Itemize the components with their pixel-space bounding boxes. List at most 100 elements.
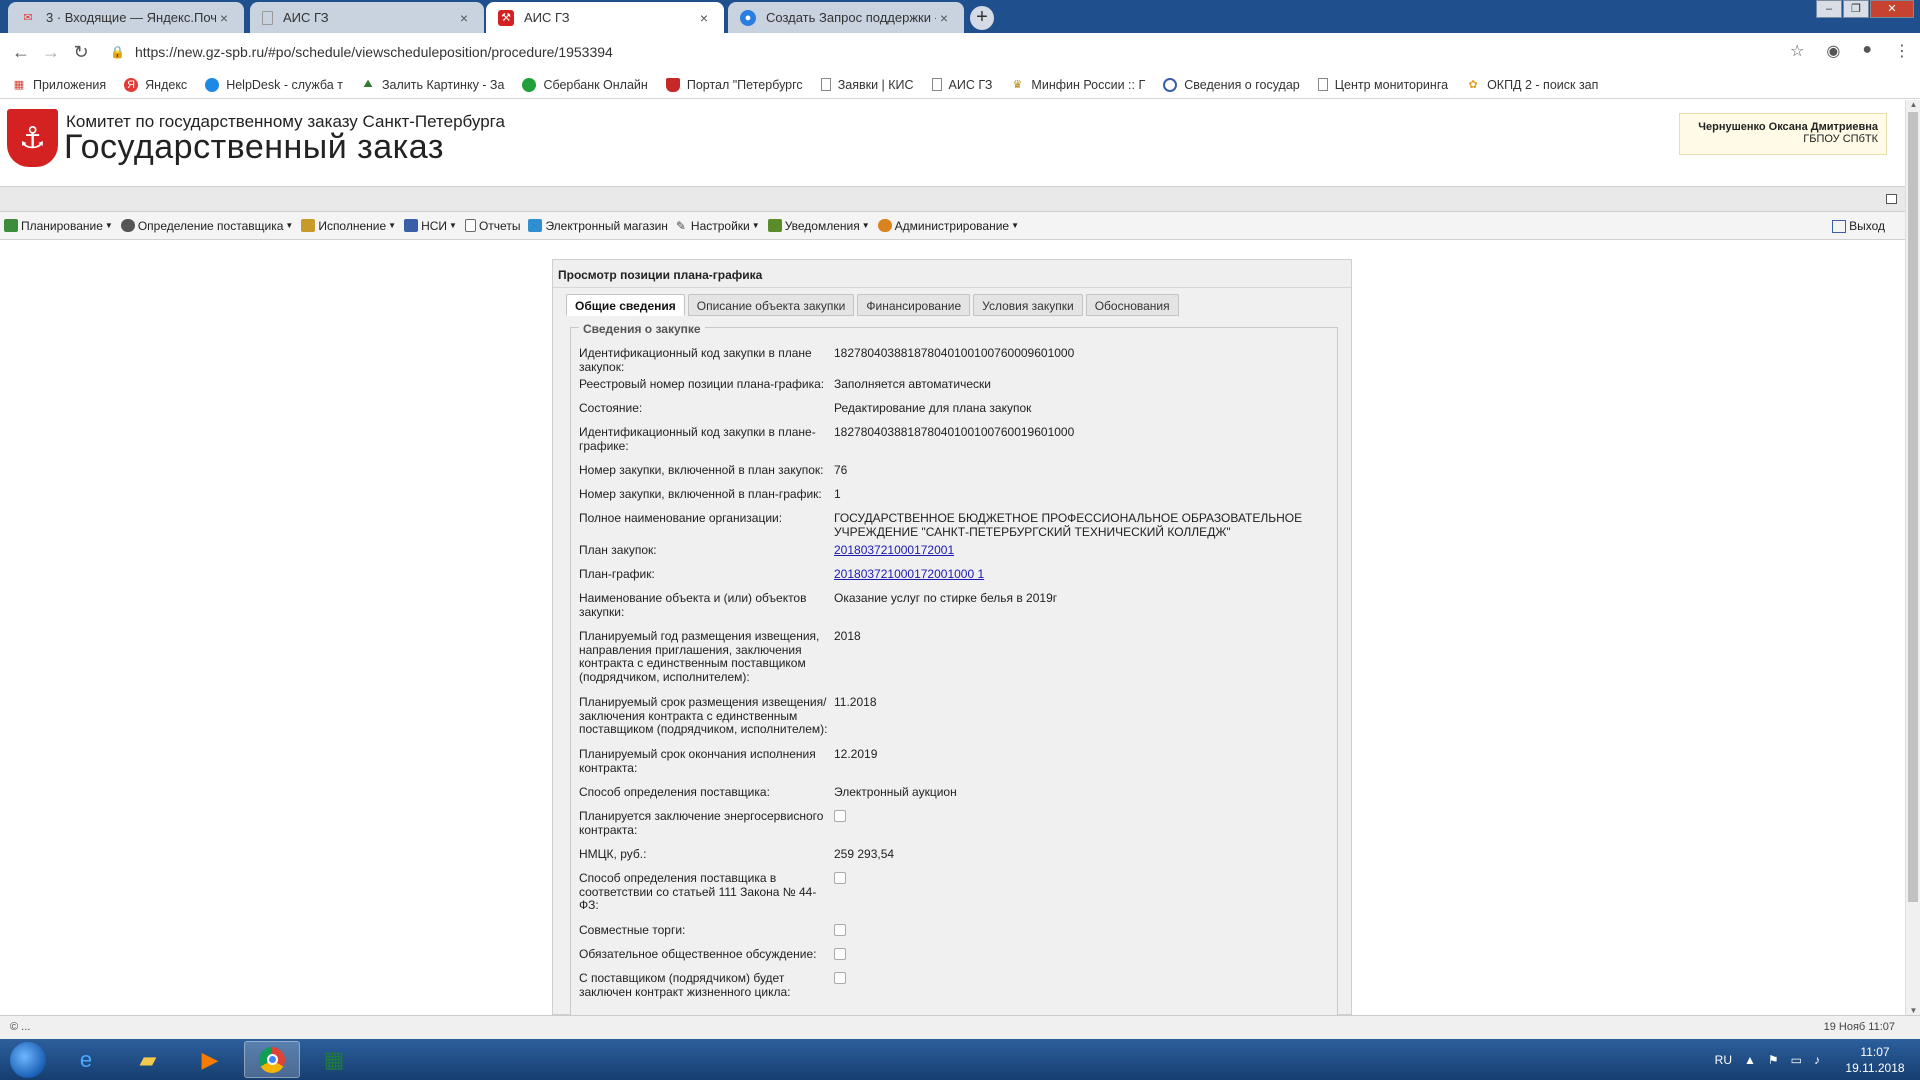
browser-tab-ais-2[interactable]: ⚒ АИС ГЗ × bbox=[486, 2, 724, 33]
field-label: Обязательное общественное обсуждение: bbox=[579, 947, 817, 961]
chevron-down-icon: ▼ bbox=[285, 221, 294, 230]
close-window-icon[interactable]: ✕ bbox=[1870, 0, 1914, 18]
bookmark-helpdesk[interactable]: HelpDesk - служба т bbox=[205, 77, 343, 92]
excel-icon[interactable]: ▦ bbox=[306, 1041, 362, 1078]
scroll-down-icon[interactable]: ▼ bbox=[1906, 1006, 1920, 1015]
menu-settings[interactable]: ✎ Настройки ▼ bbox=[676, 219, 760, 234]
bookmark-sberbank[interactable]: Сбербанк Онлайн bbox=[522, 77, 648, 92]
scrollbar-thumb[interactable] bbox=[1908, 112, 1918, 902]
menu-supplier[interactable]: Определение поставщика ▼ bbox=[120, 219, 294, 233]
field-value: 76 bbox=[834, 463, 848, 477]
panel-tabs: Общие сведения Описание объекта закупки … bbox=[566, 294, 1182, 316]
bookmark-apps[interactable]: ▦ Приложения bbox=[12, 78, 106, 92]
show-hidden-icons-icon[interactable]: ▲ bbox=[1744, 1053, 1756, 1067]
action-center-flag-icon[interactable]: ⚑ bbox=[1768, 1053, 1779, 1067]
reload-icon[interactable]: ↻ bbox=[66, 42, 96, 63]
menu-administration[interactable]: Администрирование ▼ bbox=[877, 219, 1019, 233]
article-111-checkbox[interactable] bbox=[834, 872, 846, 884]
crest-icon: ⚒ bbox=[498, 9, 514, 26]
back-icon[interactable]: ← bbox=[6, 42, 36, 63]
execution-icon bbox=[301, 219, 316, 232]
close-tab-icon[interactable]: × bbox=[696, 10, 712, 26]
field-row: План закупок: 201803721000172001 bbox=[579, 543, 1319, 560]
close-tab-icon[interactable]: × bbox=[216, 10, 232, 26]
joint-tender-checkbox[interactable] bbox=[834, 924, 846, 936]
tab-conditions[interactable]: Условия закупки bbox=[973, 294, 1083, 316]
extension-icon[interactable]: ◉ bbox=[1826, 41, 1840, 61]
nsi-icon bbox=[404, 219, 419, 232]
logout-button[interactable]: Выход bbox=[1832, 219, 1885, 233]
lock-icon[interactable]: 🔒 bbox=[110, 45, 125, 59]
bookmark-kis[interactable]: Заявки | КИС bbox=[820, 78, 914, 92]
energy-service-checkbox[interactable] bbox=[834, 810, 846, 822]
bookmark-label: Портал "Петербургс bbox=[686, 77, 803, 92]
bookmark-okpd[interactable]: ✿ ОКПД 2 - поиск зап bbox=[1466, 78, 1598, 92]
menu-nsi[interactable]: НСИ ▼ bbox=[404, 219, 457, 233]
bookmark-monitoring[interactable]: Центр мониторинга bbox=[1317, 78, 1448, 92]
minimize-icon[interactable]: – bbox=[1816, 0, 1842, 18]
menu-execution[interactable]: Исполнение ▼ bbox=[301, 219, 396, 233]
chrome-icon[interactable] bbox=[244, 1041, 300, 1078]
bookmark-image-upload[interactable]: ⛰ Залить Картинку - За bbox=[361, 78, 504, 92]
bookmark-ais-gz[interactable]: АИС ГЗ bbox=[931, 78, 992, 92]
volume-icon[interactable]: ♪ bbox=[1814, 1053, 1820, 1067]
menu-e-shop[interactable]: Электронный магазин bbox=[528, 219, 668, 233]
user-name: Чернушенко Оксана Дмитриевна bbox=[1698, 121, 1878, 133]
chevron-down-icon: ▼ bbox=[104, 221, 113, 230]
menu-planning[interactable]: Планирование ▼ bbox=[4, 219, 113, 233]
user-info-box[interactable]: Чернушенко Оксана Дмитриевна ГБПОУ СПбТК bbox=[1679, 113, 1887, 155]
tab-financing[interactable]: Финансирование bbox=[857, 294, 971, 316]
windows-logo-icon bbox=[10, 1041, 46, 1078]
start-button[interactable] bbox=[3, 1040, 53, 1079]
field-row: Обязательное общественное обсуждение: bbox=[579, 947, 1319, 964]
public-discussion-checkbox[interactable] bbox=[834, 948, 846, 960]
menu-dots-icon[interactable]: ⋮ bbox=[1894, 41, 1910, 61]
scroll-up-icon[interactable]: ▲ bbox=[1906, 100, 1920, 109]
address-bar-actions: ☆ ◉ ● ⋮ bbox=[1790, 41, 1910, 61]
clock[interactable]: 11:07 19.11.2018 bbox=[1840, 1044, 1910, 1076]
forward-icon[interactable]: → bbox=[36, 42, 66, 63]
page-scrollbar[interactable]: ▲ ▼ bbox=[1905, 100, 1920, 1015]
field-label: Способ определения поставщика в соответс… bbox=[579, 871, 817, 912]
bookmark-portal-spb[interactable]: Портал "Петербургс bbox=[665, 77, 803, 92]
browser-tab-support[interactable]: ● Создать Запрос поддержки - Ак × bbox=[728, 2, 964, 33]
maximize-icon[interactable]: ❐ bbox=[1843, 0, 1869, 18]
internet-explorer-icon[interactable]: e bbox=[58, 1041, 114, 1078]
chrome-logo bbox=[259, 1046, 285, 1073]
browser-tab-mail[interactable]: ✉ 3 · Входящие — Яндекс.Почта × bbox=[8, 2, 244, 33]
profile-icon[interactable]: ● bbox=[1862, 41, 1872, 61]
bookmark-star-icon[interactable]: ☆ bbox=[1790, 41, 1804, 61]
close-tab-icon[interactable]: × bbox=[936, 10, 952, 26]
field-value: 1 bbox=[834, 487, 841, 501]
close-tab-icon[interactable]: × bbox=[456, 10, 472, 26]
collapse-header-button[interactable] bbox=[1886, 194, 1897, 204]
life-cycle-contract-checkbox[interactable] bbox=[834, 972, 846, 984]
bookmark-gov-info[interactable]: Сведения о государ bbox=[1163, 77, 1300, 92]
network-icon[interactable]: ▭ bbox=[1791, 1053, 1802, 1067]
tab-justifications[interactable]: Обоснования bbox=[1085, 294, 1179, 316]
file-explorer-icon[interactable]: ▰ bbox=[120, 1041, 176, 1078]
notifications-icon bbox=[767, 219, 782, 232]
fieldset-legend: Сведения о закупке bbox=[579, 322, 705, 336]
bookmark-label: Сведения о государ bbox=[1184, 77, 1300, 92]
status-datetime: 19 Нояб 11:07 bbox=[1823, 1021, 1895, 1033]
tab-object-description[interactable]: Описание объекта закупки bbox=[687, 294, 855, 316]
browser-tab-title: 3 · Входящие — Яндекс.Почта bbox=[46, 10, 216, 25]
window-controls: – ❐ ✕ bbox=[1815, 0, 1914, 18]
page-status-bar: © ... 19 Нояб 11:07 bbox=[0, 1015, 1920, 1039]
tab-general[interactable]: Общие сведения bbox=[566, 294, 685, 316]
schedule-link[interactable]: 201803721000172001000 1 bbox=[834, 567, 984, 581]
menu-notifications[interactable]: Уведомления ▼ bbox=[767, 219, 870, 233]
browser-tab-ais-1[interactable]: АИС ГЗ × bbox=[250, 2, 484, 33]
bookmark-yandex[interactable]: Я Яндекс bbox=[124, 77, 187, 92]
procurement-info-fieldset: Сведения о закупке Идентификационный код… bbox=[570, 322, 1338, 1027]
bookmark-minfin[interactable]: ♛ Минфин России :: Г bbox=[1010, 78, 1145, 92]
language-indicator[interactable]: RU bbox=[1715, 1053, 1732, 1067]
plan-link[interactable]: 201803721000172001 bbox=[834, 543, 954, 557]
menu-reports[interactable]: Отчеты bbox=[464, 219, 520, 233]
new-tab-button[interactable]: + bbox=[970, 6, 994, 30]
media-player-icon[interactable]: ▶ bbox=[182, 1041, 238, 1078]
field-label: С поставщиком (подрядчиком) будет заключ… bbox=[579, 971, 791, 999]
menu-label: НСИ bbox=[421, 218, 448, 233]
url-input[interactable]: 🔒 https://new.gz-spb.ru/#po/schedule/vie… bbox=[110, 39, 1770, 65]
